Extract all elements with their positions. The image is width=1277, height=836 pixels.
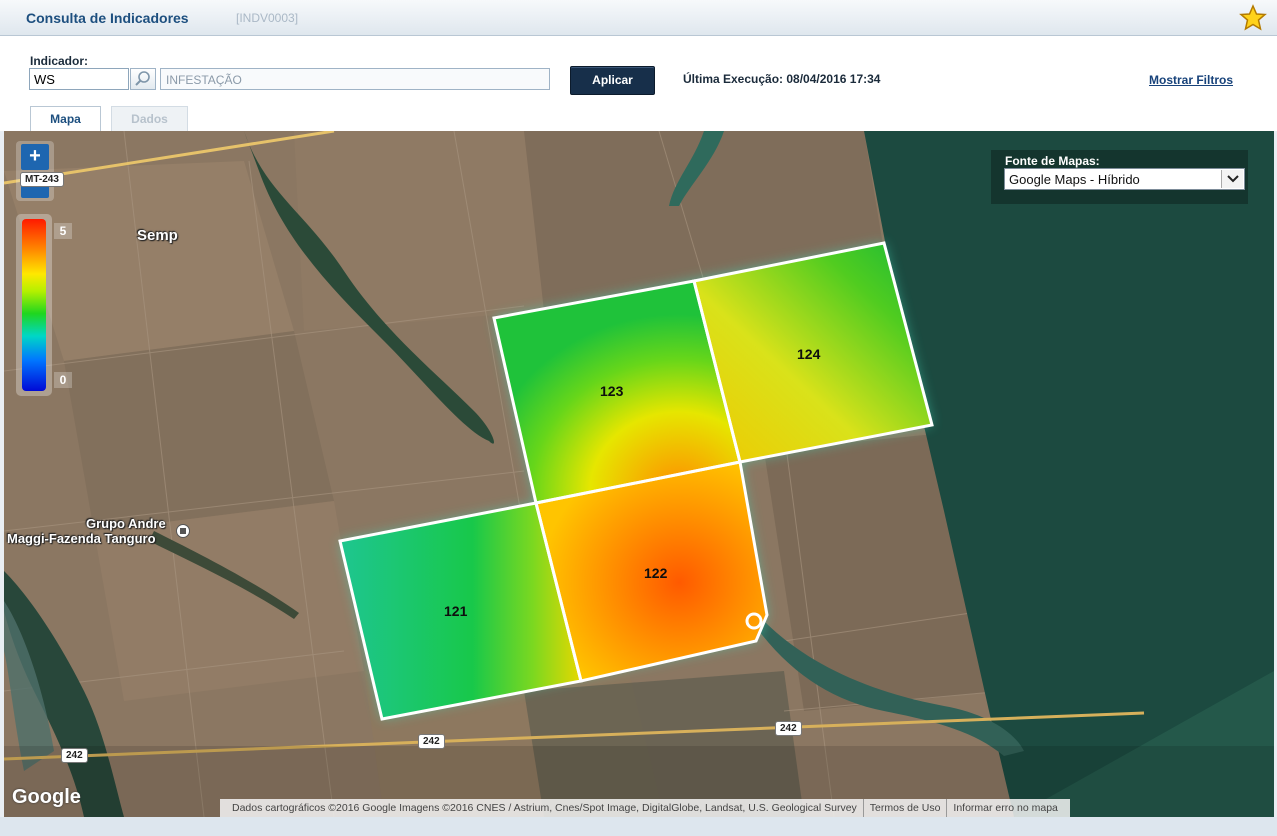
window-bottom-border <box>0 817 1277 836</box>
indicator-lookup-button[interactable] <box>130 68 156 90</box>
map-view[interactable]: + − 5 0 Fonte de Mapas: Google Maps - Hí… <box>4 131 1274 817</box>
place-label: Semp <box>137 227 178 244</box>
plot-label: 124 <box>797 346 821 362</box>
plot-label: 123 <box>600 383 624 399</box>
plot-label: 122 <box>644 565 668 581</box>
zoom-in-button[interactable]: + <box>21 144 49 170</box>
filter-panel: Indicador: WS INFESTAÇÃO Aplicar Última … <box>0 36 1277 132</box>
window-title: Consulta de Indicadores <box>26 10 189 26</box>
terms-link[interactable]: Termos de Uso <box>864 799 948 817</box>
map-source-select[interactable]: Google Maps - Híbrido <box>1004 168 1245 190</box>
legend-color-scale <box>22 219 46 391</box>
place-label: Grupo Andre <box>86 516 166 531</box>
heat-legend <box>16 214 52 396</box>
tab-dados[interactable]: Dados <box>111 106 188 132</box>
legend-max-value: 5 <box>54 223 72 239</box>
window-titlebar: Consulta de Indicadores [INDV0003] <box>0 0 1277 36</box>
chevron-down-icon[interactable] <box>1221 170 1243 188</box>
road-shield: MT-243 <box>20 172 64 187</box>
indicator-label: Indicador: <box>30 54 89 68</box>
report-error-link[interactable]: Informar erro no mapa <box>947 799 1063 817</box>
favorite-star-icon[interactable] <box>1239 4 1267 32</box>
map-attribution-bar: Dados cartográficos ©2016 Google Imagens… <box>220 799 1070 817</box>
last-execution-text: Última Execução: 08/04/2016 17:34 <box>683 72 881 86</box>
zoom-controls: + − <box>16 141 54 201</box>
magnifier-icon <box>135 71 150 86</box>
place-label: Maggi-Fazenda Tanguro <box>7 531 156 546</box>
show-filters-link[interactable]: Mostrar Filtros <box>1149 73 1233 87</box>
window-code: [INDV0003] <box>236 11 299 25</box>
google-logo: Google <box>12 786 81 808</box>
indicator-code-input[interactable]: WS <box>29 68 129 90</box>
road-shield: 242 <box>775 721 802 736</box>
attribution-text: Dados cartográficos ©2016 Google Imagens… <box>226 799 864 817</box>
plot-label: 121 <box>444 603 468 619</box>
map-source-panel: Fonte de Mapas: Google Maps - Híbrido <box>991 150 1248 204</box>
satellite-imagery <box>4 131 1274 817</box>
road-shield: 242 <box>418 734 445 749</box>
map-source-label: Fonte de Mapas: <box>1005 154 1100 168</box>
indicator-description-field: INFESTAÇÃO <box>160 68 550 90</box>
apply-button[interactable]: Aplicar <box>570 66 655 95</box>
map-source-selected: Google Maps - Híbrido <box>1009 172 1140 187</box>
road-shield: 242 <box>61 748 88 763</box>
place-marker-icon <box>176 524 190 538</box>
legend-min-value: 0 <box>54 372 72 388</box>
tab-mapa[interactable]: Mapa <box>30 106 101 132</box>
